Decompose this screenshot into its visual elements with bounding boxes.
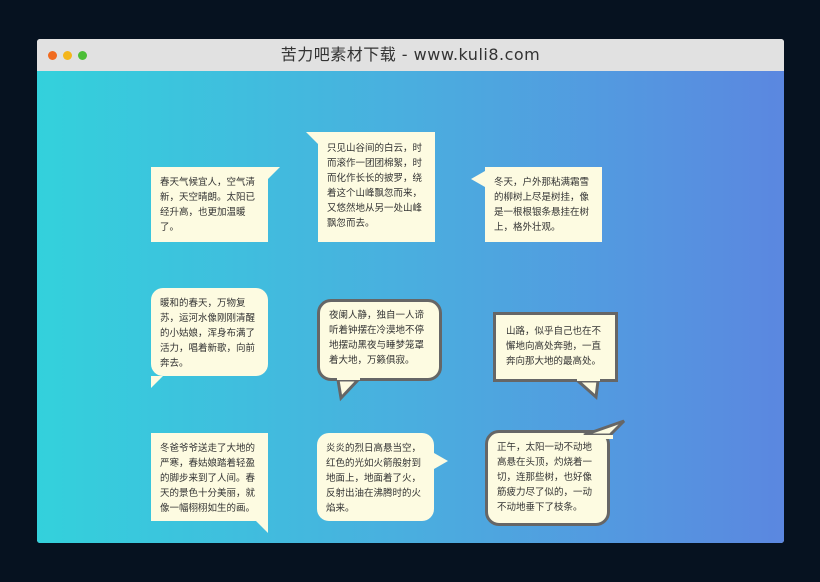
speech-bubble-text: 春天气候宜人，空气清新，天空晴朗。太阳已经升高，也更加温暖了。 xyxy=(160,177,256,233)
bubble-tail xyxy=(151,376,163,388)
speech-bubble-4: 暖和的春天，万物复苏，运河水像刚刚清醒的小姑娘，浑身布满了活力，唱着新歌，向前奔… xyxy=(151,288,268,388)
bubble-tail xyxy=(471,171,485,187)
speech-bubble-3: 冬天，户外那粘满霜雪的柳树上尽是树挂，像是一根根银条悬挂在树上，格外壮观。 xyxy=(471,167,602,242)
speech-bubble-9: 正午，太阳一动不动地高悬在头顶，灼烧着一切，连那些树，也好像筋疲力尽了似的，一动… xyxy=(485,419,626,526)
speech-bubble-2: 只见山谷间的白云，时而滚作一团团棉絮，时而化作长长的披罗，绕着这个山峰飘忽而来，… xyxy=(306,132,435,242)
speech-bubble-8: 炎炎的烈日高悬当空，红色的光如火箭般射到地面上，地面着了火，反射出油在沸腾时的火… xyxy=(317,433,448,521)
speech-bubble-text: 冬天，户外那粘满霜雪的柳树上尽是树挂，像是一根根银条悬挂在树上，格外壮观。 xyxy=(494,177,590,233)
bubble-tail xyxy=(306,132,318,144)
speech-bubble-text: 山路，似乎自己也在不懈地向高处奔驰，一直奔向那大地的最高处。 xyxy=(506,326,602,367)
demo-content-area: 春天气候宜人，空气清新，天空晴朗。太阳已经升高，也更加温暖了。 只见山谷间的白云… xyxy=(37,71,784,543)
bubble-tail xyxy=(434,453,448,469)
window-titlebar: 苦力吧素材下载 - www.kuli8.com xyxy=(37,39,784,71)
speech-bubble-text: 暖和的春天，万物复苏，运河水像刚刚清醒的小姑娘，浑身布满了活力，唱着新歌，向前奔… xyxy=(160,298,256,369)
speech-bubble-text: 正午，太阳一动不动地高悬在头顶，灼烧着一切，连那些树，也好像筋疲力尽了似的，一动… xyxy=(497,442,593,513)
speech-bubble-5: 夜阑人静，独自一人谛听着钟摆在冷漠地不停地摆动黑夜与睡梦笼罩着大地，万籁俱寂。 xyxy=(317,299,442,402)
speech-bubble-text: 冬爸爷爷送走了大地的严寒，春姑娘踏着轻盈的脚步来到了人间。春天的景色十分美丽，就… xyxy=(160,443,256,514)
browser-window: 苦力吧素材下载 - www.kuli8.com 春天气候宜人，空气清新，天空晴朗… xyxy=(37,39,784,543)
speech-bubble-1: 春天气候宜人，空气清新，天空晴朗。太阳已经升高，也更加温暖了。 xyxy=(151,167,280,242)
bubble-tail xyxy=(268,167,280,179)
bubble-tail xyxy=(574,377,600,401)
window-title: 苦力吧素材下载 - www.kuli8.com xyxy=(280,45,541,64)
bubble-tail xyxy=(336,376,362,402)
speech-bubble-text: 只见山谷间的白云，时而滚作一团团棉絮，时而化作长长的披罗，绕着这个山峰飘忽而来，… xyxy=(327,143,423,229)
bubble-tail xyxy=(583,419,626,439)
speech-bubble-7: 冬爸爷爷送走了大地的严寒，春姑娘踏着轻盈的脚步来到了人间。春天的景色十分美丽，就… xyxy=(151,433,268,533)
speech-bubble-6: 山路，似乎自己也在不懈地向高处奔驰，一直奔向那大地的最高处。 xyxy=(493,312,618,401)
speech-bubble-text: 夜阑人静，独自一人谛听着钟摆在冷漠地不停地摆动黑夜与睡梦笼罩着大地，万籁俱寂。 xyxy=(329,310,425,366)
bubble-tail xyxy=(256,521,268,533)
speech-bubble-text: 炎炎的烈日高悬当空，红色的光如火箭般射到地面上，地面着了火，反射出油在沸腾时的火… xyxy=(326,443,422,514)
